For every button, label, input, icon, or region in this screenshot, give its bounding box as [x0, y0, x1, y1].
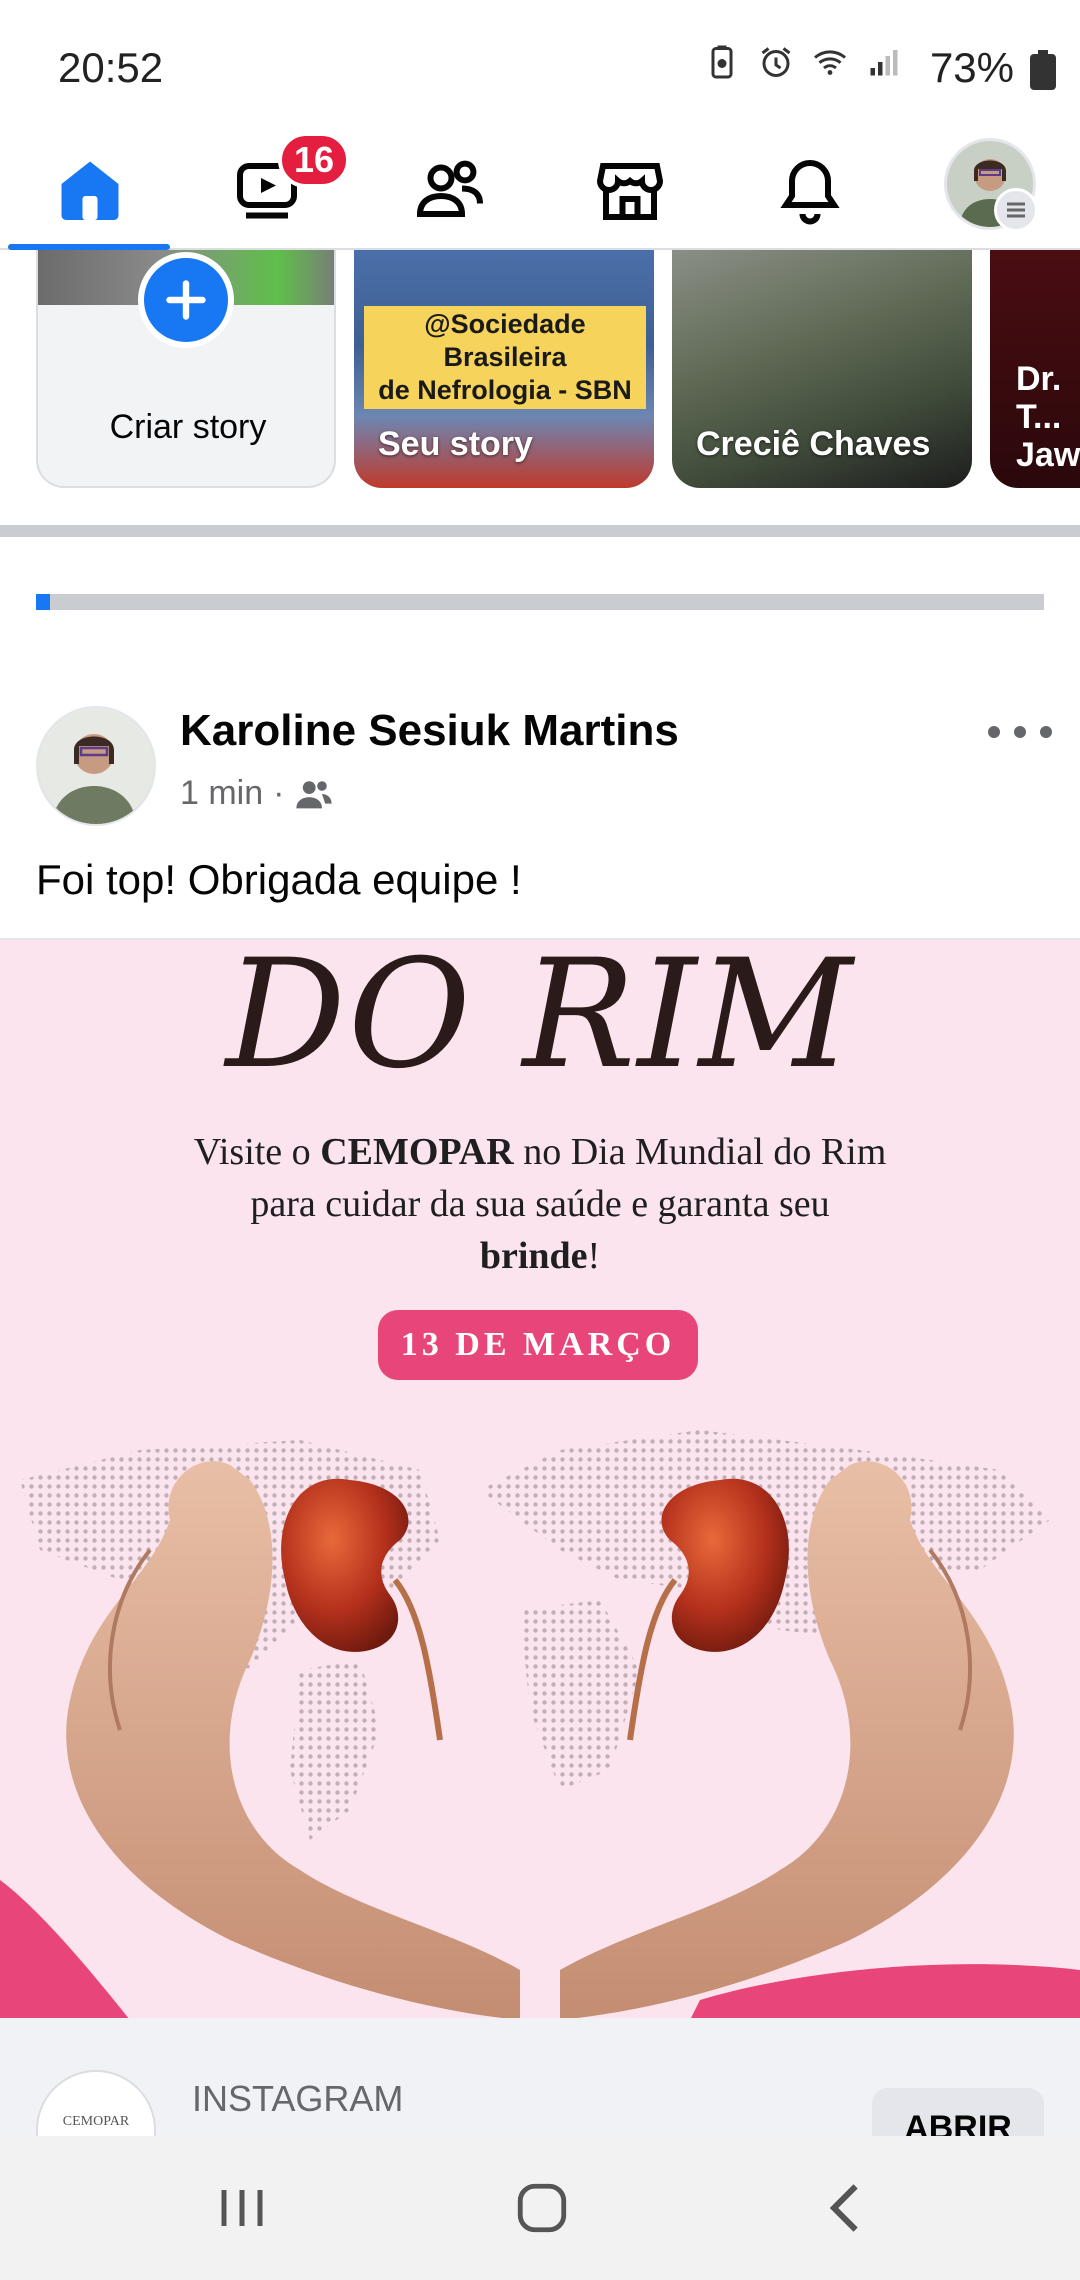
image-text-line: Visite o CEMOPAR no Dia Mundial do Rim [193, 1131, 887, 1173]
friends-audience-icon [296, 780, 333, 808]
tab-marketplace[interactable] [570, 140, 690, 240]
upload-progress-bar [36, 594, 1044, 610]
open-link-button[interactable]: ABRIR [872, 2088, 1044, 2136]
alarm-icon [761, 47, 791, 77]
story-tag: @Sociedade Brasileira de Nefrologia - SB… [364, 306, 646, 409]
battery-percentage: 73% [929, 44, 1014, 91]
more-icon-dot [988, 726, 1000, 738]
link-source-name: INSTAGRAM [192, 2078, 404, 2119]
post-image[interactable]: DO RIM Visite o CEMOPAR no Dia Mundial d… [0, 938, 1080, 2018]
marketplace-icon [596, 163, 664, 220]
create-story-card[interactable]: Criar story [36, 250, 336, 488]
image-body-text: Visite o CEMOPAR no Dia Mundial do Rim p… [120, 1126, 960, 1282]
home-button[interactable] [502, 2172, 582, 2244]
add-story-button[interactable] [138, 252, 234, 348]
image-title: DO RIM [225, 938, 855, 1102]
back-icon [829, 2184, 858, 2232]
story-tag-line: de Nefrologia - SBN [378, 375, 632, 405]
battery-saver-icon [711, 45, 733, 79]
system-navigation-bar [0, 2136, 1080, 2280]
story-card[interactable]: Creciê Chaves [672, 250, 972, 488]
create-story-label: Criar story [109, 408, 267, 446]
post-author-name[interactable]: Karoline Sesiuk Martins [180, 706, 679, 756]
image-text-line: para cuidar da sua saúde e garanta seu [250, 1183, 830, 1225]
status-bar: 20:52 73% [0, 0, 1080, 130]
battery-icon [1030, 50, 1056, 90]
video-notification-badge: 16 [278, 132, 351, 188]
facebook-app-screen: 20:52 73% 16 Criar story @Sociedade Bras… [0, 0, 1080, 2280]
tab-notifications[interactable] [750, 140, 870, 240]
meta-separator: · [273, 774, 285, 812]
story-label: Seu story [378, 425, 533, 463]
post-meta: 1 min · [180, 774, 334, 813]
recent-apps-icon [221, 2190, 263, 2226]
story-card[interactable]: @Sociedade Brasileira de Nefrologia - SB… [354, 250, 654, 488]
image-date-badge: 13 DE MARÇO [378, 1310, 698, 1380]
avatar [38, 708, 154, 824]
link-source-logo: CEMOPAR [36, 2070, 156, 2136]
status-icons [704, 44, 902, 80]
menu-icon[interactable] [994, 188, 1038, 232]
plus-icon [166, 280, 206, 320]
back-button[interactable] [806, 2172, 886, 2244]
home-outline-icon [517, 2183, 567, 2233]
top-navigation: 16 [0, 130, 1080, 250]
kidneys-in-hands-illustration [0, 1430, 1080, 2018]
post-text: Foi top! Obrigada equipe ! [36, 856, 522, 903]
home-icon [61, 161, 119, 220]
post-author-avatar[interactable] [36, 706, 156, 826]
recent-apps-button[interactable] [202, 2172, 282, 2244]
story-tag-line: @Sociedade Brasileira [424, 309, 586, 372]
story-label: Creciê Chaves [696, 425, 931, 463]
more-icon-dot [1040, 726, 1052, 738]
wifi-icon [814, 50, 846, 75]
story-label: Dr. T... Jaw... [1016, 360, 1080, 474]
link-preview-bar[interactable]: CEMOPAR INSTAGRAM ABRIR [0, 2018, 1080, 2136]
logo-text: CEMOPAR [62, 2114, 130, 2129]
image-text-line: brinde! [479, 1235, 601, 1277]
story-card[interactable]: Dr. T... Jaw... [990, 250, 1080, 488]
tab-home[interactable] [30, 140, 150, 240]
tab-friends[interactable] [390, 140, 510, 240]
signal-icon [870, 50, 898, 76]
stories-tray: Criar story @Sociedade Brasileira de Nef… [0, 250, 1080, 525]
more-options-button[interactable] [988, 712, 1052, 752]
post-time[interactable]: 1 min [180, 774, 263, 813]
section-divider [0, 525, 1080, 537]
more-icon-dot [1014, 726, 1026, 738]
friends-icon [416, 160, 483, 217]
status-time: 20:52 [58, 44, 164, 91]
bell-icon [780, 159, 840, 225]
upload-progress-fill [36, 594, 51, 610]
